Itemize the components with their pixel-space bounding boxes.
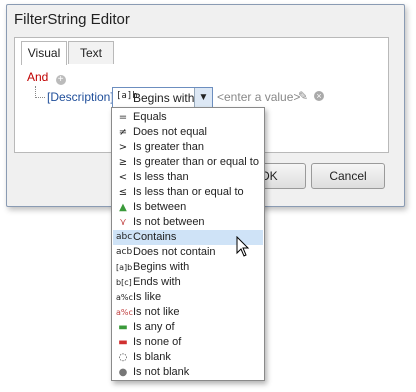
dropdown-item-less-or-equal[interactable]: ≤ Is less than or equal to bbox=[113, 185, 263, 200]
dropdown-item-label: Is like bbox=[133, 291, 162, 303]
like-icon: a%c bbox=[116, 293, 133, 302]
ends-with-icon: b[c] bbox=[116, 278, 132, 287]
not-like-icon: a%c bbox=[116, 308, 133, 317]
dropdown-item-is-between[interactable]: ▲ Is between bbox=[113, 200, 263, 215]
dropdown-item-label: Is greater than or equal to bbox=[133, 156, 259, 168]
dropdown-item-label: Does not equal bbox=[133, 126, 207, 138]
between-icon: ▲ bbox=[119, 202, 127, 213]
dropdown-item-label: Does not contain bbox=[133, 246, 216, 258]
dropdown-item-is-none-of[interactable]: ▬ Is none of bbox=[113, 335, 263, 350]
dropdown-item-equals[interactable]: = Equals bbox=[113, 110, 263, 125]
dropdown-item-is-blank[interactable]: ◌ Is blank bbox=[113, 350, 263, 365]
dropdown-item-is-not-blank[interactable]: ● Is not blank bbox=[113, 365, 263, 380]
chevron-down-icon[interactable]: ▼ bbox=[194, 88, 212, 107]
pencil-icon[interactable]: ✎ bbox=[298, 89, 308, 103]
dropdown-item-label: Is none of bbox=[133, 336, 182, 348]
group-operator-row: And + bbox=[27, 70, 66, 86]
operator-label: Begins with bbox=[133, 91, 195, 105]
blank-icon: ◌ bbox=[118, 352, 128, 363]
dropdown-item-label: Ends with bbox=[133, 276, 181, 288]
dropdown-item-greater-or-equal[interactable]: ≥ Is greater than or equal to bbox=[113, 155, 263, 170]
group-operator[interactable]: And bbox=[27, 70, 48, 84]
dropdown-item-label: Is between bbox=[133, 201, 187, 213]
tree-line bbox=[35, 97, 45, 98]
dropdown-item-label: Is blank bbox=[133, 351, 171, 363]
none-of-icon: ▬ bbox=[118, 337, 128, 348]
dropdown-item-label: Is not like bbox=[133, 306, 180, 318]
dialog-title: FilterString Editor bbox=[14, 11, 130, 28]
greater-or-equal-icon: ≥ bbox=[118, 157, 128, 168]
dropdown-item-label: Is any of bbox=[133, 321, 175, 333]
begins-with-icon: [a]b bbox=[116, 263, 133, 272]
dropdown-item-label: Contains bbox=[133, 231, 177, 243]
equals-icon: = bbox=[118, 112, 128, 123]
dropdown-item-label: Is greater than bbox=[133, 141, 204, 153]
dropdown-item-label: Is not blank bbox=[133, 366, 190, 378]
dropdown-item-ends-with[interactable]: b[c] Ends with bbox=[113, 275, 263, 290]
dropdown-item-is-not-like[interactable]: a%c Is not like bbox=[113, 305, 263, 320]
not-between-icon: ⋎ bbox=[119, 217, 127, 228]
tab-visual[interactable]: Visual bbox=[21, 41, 67, 65]
dropdown-item-label: Is less than bbox=[133, 171, 189, 183]
dropdown-item-not-between[interactable]: ⋎ Is not between bbox=[113, 215, 263, 230]
remove-condition-icon[interactable]: × bbox=[314, 91, 324, 101]
less-or-equal-icon: ≤ bbox=[118, 187, 128, 198]
dropdown-item-is-like[interactable]: a%c Is like bbox=[113, 290, 263, 305]
not-equal-icon: ≠ bbox=[118, 127, 128, 138]
cancel-button[interactable]: Cancel bbox=[311, 163, 385, 189]
operator-selector[interactable]: [a]b Begins with ▼ bbox=[112, 87, 213, 108]
dropdown-item-label: Begins with bbox=[133, 261, 190, 273]
dropdown-item-label: Is not between bbox=[133, 216, 205, 228]
dropdown-item-label: Equals bbox=[133, 111, 167, 123]
add-condition-icon[interactable]: + bbox=[55, 75, 66, 85]
dropdown-item-label: Is less than or equal to bbox=[133, 186, 244, 198]
dropdown-item-does-not-equal[interactable]: ≠ Does not equal bbox=[113, 125, 263, 140]
greater-than-icon: > bbox=[118, 142, 128, 153]
dropdown-item-begins-with[interactable]: [a]b Begins with bbox=[113, 260, 263, 275]
tab-text[interactable]: Text bbox=[68, 41, 114, 64]
dropdown-item-less-than[interactable]: < Is less than bbox=[113, 170, 263, 185]
dropdown-item-greater-than[interactable]: > Is greater than bbox=[113, 140, 263, 155]
value-input[interactable]: <enter a value> bbox=[217, 90, 300, 104]
not-blank-icon: ● bbox=[118, 367, 128, 378]
mouse-cursor-icon bbox=[236, 236, 250, 257]
condition-field[interactable]: [Description] bbox=[47, 90, 114, 104]
not-contains-icon: acb bbox=[116, 247, 133, 257]
any-of-icon: ▬ bbox=[118, 322, 128, 333]
less-than-icon: < bbox=[118, 172, 128, 183]
dropdown-item-is-any-of[interactable]: ▬ Is any of bbox=[113, 320, 263, 335]
contains-icon: abc bbox=[116, 232, 133, 242]
